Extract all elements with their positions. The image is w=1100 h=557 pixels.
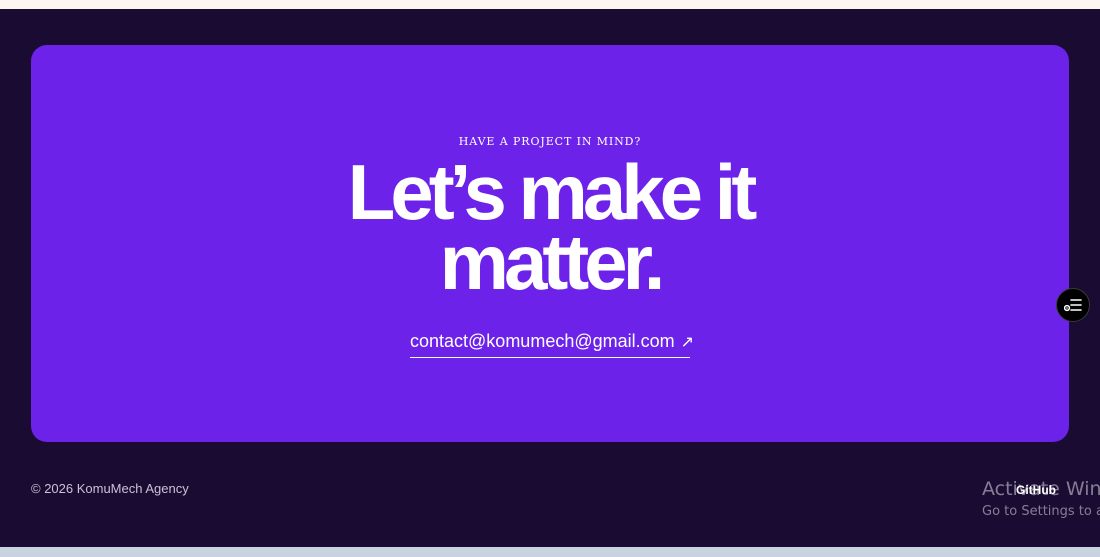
cta-headline: Let’s make it matter.: [0, 148, 1100, 306]
window-bottom-edge: [0, 547, 1100, 557]
footer-copyright: © 2026 KomuMech Agency: [31, 481, 189, 496]
cta-headline-line-1: Let’s make it: [347, 148, 758, 236]
contact-email-link[interactable]: contact@komumech@gmail.com ↗: [410, 331, 694, 358]
footer-github-link[interactable]: GitHub: [1016, 483, 1056, 497]
cta-eyebrow: HAVE A PROJECT IN MIND?: [458, 135, 642, 148]
arrow-up-right-icon: ↗: [680, 334, 695, 351]
contact-email-text: contact@komumech@gmail.com: [410, 331, 675, 351]
floating-action-button[interactable]: [1056, 288, 1090, 322]
watermark-subtitle: Go to Settings to activate Windows.: [982, 503, 1100, 519]
settings-list-icon: [1064, 299, 1082, 312]
page: HAVE A PROJECT IN MIND? Let’s make it ma…: [0, 9, 1100, 547]
cta-headline-line-2: matter.: [439, 218, 666, 306]
